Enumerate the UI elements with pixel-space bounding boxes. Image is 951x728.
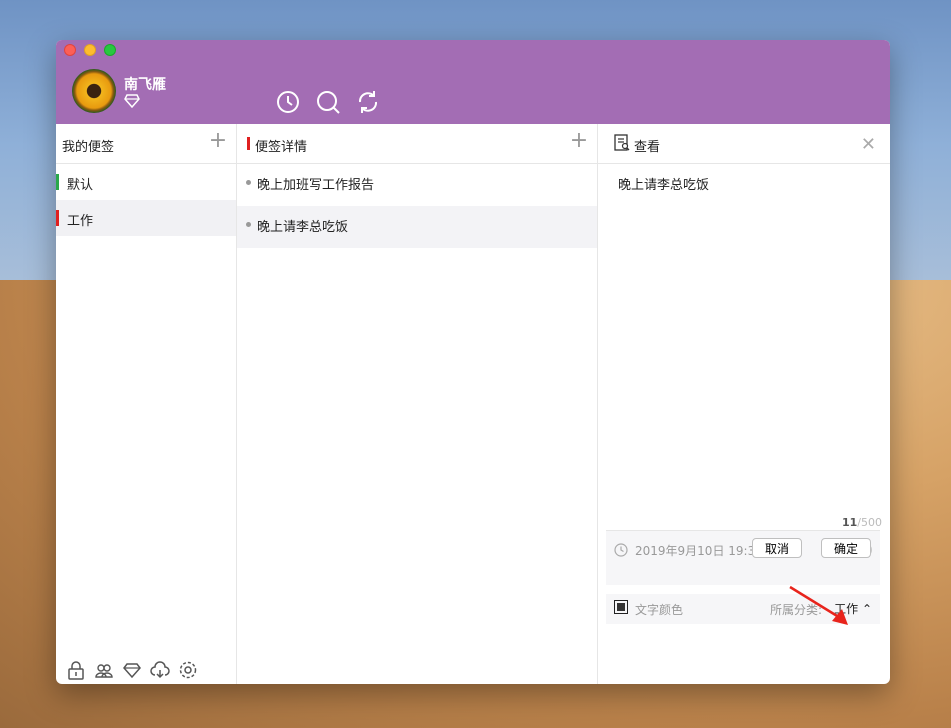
close-window-button[interactable]	[64, 44, 76, 56]
annotation-arrow-icon	[789, 585, 848, 625]
sync-icon[interactable]	[355, 89, 381, 115]
lock-icon[interactable]	[66, 660, 86, 680]
bottom-toolbar	[66, 660, 198, 680]
cloud-download-icon[interactable]	[150, 660, 170, 680]
chevron-updown-icon: ⌃	[861, 602, 872, 616]
notes-panel: 便签详情 + 晚上加班写工作报告 晚上请李总吃饭	[237, 124, 598, 684]
category-panel: 我的便签 + 默认 工作	[56, 124, 237, 684]
add-category-button[interactable]: +	[208, 130, 228, 152]
category-color-bar	[56, 210, 59, 226]
bullet-icon	[246, 180, 251, 185]
char-counter: 11/500	[842, 516, 882, 529]
search-icon[interactable]	[315, 89, 341, 115]
add-note-button[interactable]: +	[569, 130, 589, 152]
reminder-datetime: 2019年9月10日 19:30	[635, 544, 763, 558]
gem-icon[interactable]	[122, 660, 142, 680]
cancel-button[interactable]: 取消	[752, 538, 803, 558]
gem-icon[interactable]	[124, 94, 140, 109]
category-header: 我的便签 +	[56, 124, 236, 164]
notes-header: 便签详情 +	[237, 124, 597, 164]
settings-icon[interactable]	[178, 660, 198, 680]
char-max: /500	[857, 516, 882, 529]
note-item[interactable]: 晚上加班写工作报告	[237, 164, 597, 206]
notes-accent-bar	[247, 137, 250, 150]
text-color-swatch[interactable]	[614, 600, 628, 614]
category-label: 工作	[67, 214, 94, 229]
users-icon[interactable]	[94, 660, 114, 680]
category-color-bar	[56, 174, 59, 190]
avatar[interactable]	[72, 69, 116, 113]
category-panel-title: 我的便签	[62, 140, 115, 155]
zoom-window-button[interactable]	[104, 44, 116, 56]
category-item-default[interactable]: 默认	[56, 164, 236, 200]
document-icon	[614, 134, 630, 152]
view-header: 查看 ✕	[598, 124, 890, 164]
note-item[interactable]: 晚上请李总吃饭	[237, 206, 597, 248]
confirm-button[interactable]: 确定	[821, 538, 872, 558]
category-item-work[interactable]: 工作	[56, 200, 236, 236]
bullet-icon	[246, 222, 251, 227]
char-count: 11	[841, 516, 858, 529]
app-header: 南飞雁	[56, 40, 890, 124]
notes-panel-title: 便签详情	[255, 140, 308, 155]
note-label: 晚上请李总吃饭	[257, 220, 349, 235]
minimize-window-button[interactable]	[84, 44, 96, 56]
clock-icon	[614, 543, 628, 557]
view-panel-title: 查看	[634, 140, 661, 155]
category-label: 默认	[67, 178, 94, 193]
text-color-label: 文字颜色	[635, 603, 684, 617]
close-icon[interactable]: ✕	[861, 134, 876, 155]
history-icon[interactable]	[275, 89, 301, 115]
note-label: 晚上加班写工作报告	[257, 178, 375, 193]
username: 南飞雁	[124, 77, 166, 93]
note-content[interactable]: 晚上请李总吃饭	[618, 174, 709, 193]
app-window: 南飞雁 我的便签 + 默认 工作 便签详情 + 晚上加班写工作报告 晚上请李总吃…	[56, 40, 890, 684]
